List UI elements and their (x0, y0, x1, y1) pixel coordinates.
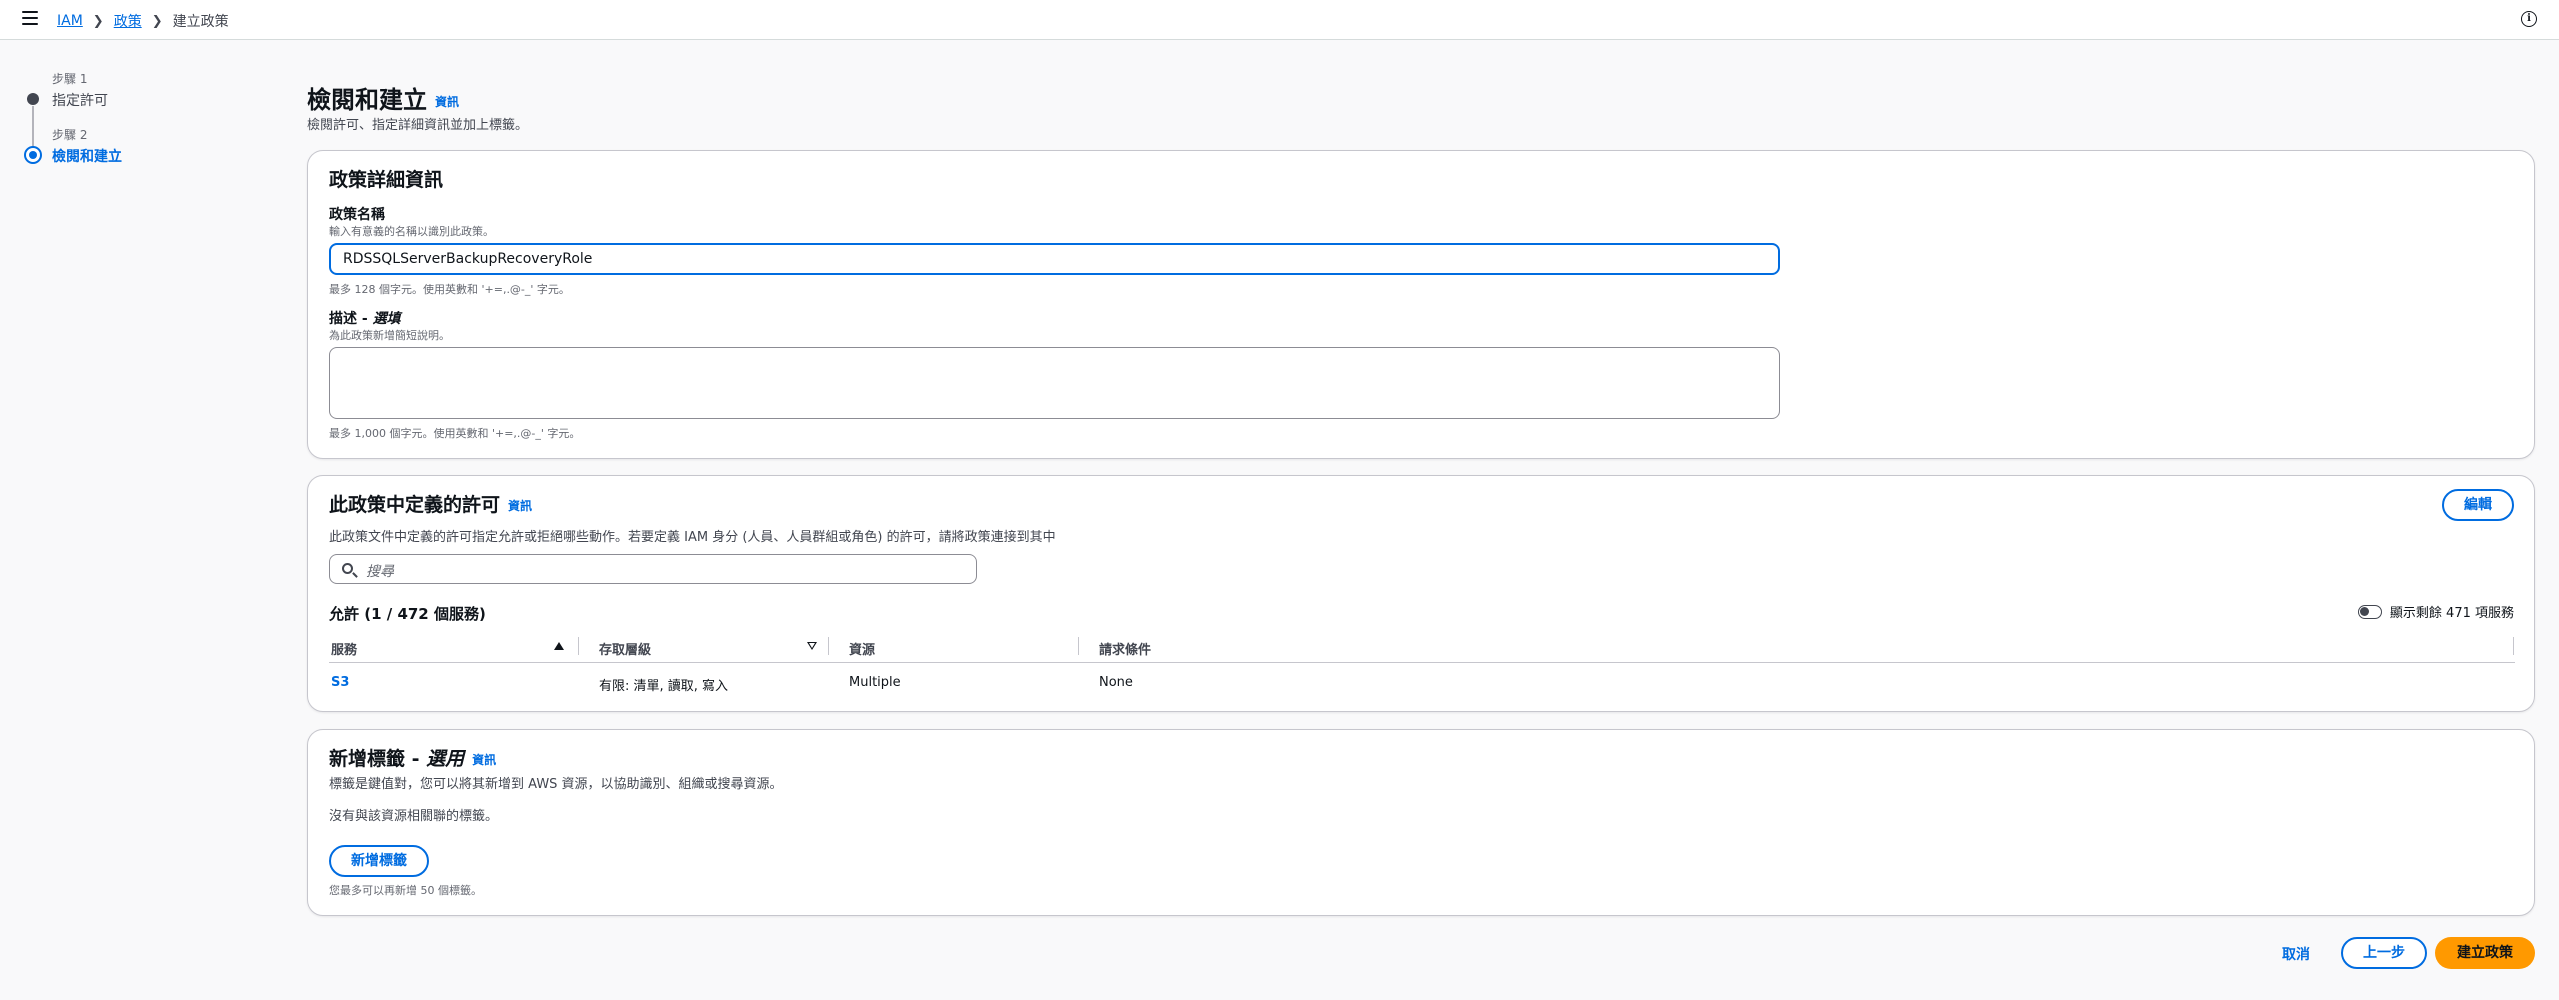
tags-limit: 您最多可以再新增 50 個標籤。 (329, 884, 482, 897)
create-policy-button[interactable]: 建立政策 (2435, 937, 2535, 969)
description-constraint: 最多 1,000 個字元。使用英數和 '+=,.@-_' 字元。 (329, 427, 581, 440)
permissions-description: 此政策文件中定義的許可指定允許或拒絕哪些動作。若要定義 IAM 身分 (人員、人… (329, 530, 1056, 545)
policy-details-title: 政策詳細資訊 (329, 169, 444, 191)
step-1-label[interactable]: 指定許可 (52, 90, 108, 110)
chevron-right-icon: ❯ (151, 13, 163, 29)
search-placeholder: 搜尋 (366, 564, 394, 580)
top-navigation-bar: IAM ❯ 政策 ❯ 建立政策 i (0, 0, 2559, 40)
policy-name-input[interactable] (329, 243, 1780, 275)
show-remaining-toggle[interactable] (2357, 604, 2382, 619)
search-icon (342, 563, 353, 574)
info-link[interactable]: 資訊 (435, 95, 459, 109)
tags-description: 標籤是鍵值對，您可以將其新增到 AWS 資源，以協助識別、組織或搜尋資源。 (329, 777, 783, 792)
info-icon[interactable]: i (2521, 11, 2537, 27)
chevron-right-icon: ❯ (92, 13, 104, 29)
column-divider[interactable] (578, 637, 579, 655)
allowed-services-count: 允許 (1 / 472 個服務) (329, 605, 486, 623)
breadcrumb: IAM ❯ 政策 ❯ 建立政策 (57, 11, 229, 31)
resource-cell: Multiple (849, 675, 901, 690)
policy-name-description: 輸入有意義的名稱以識別此政策。 (329, 225, 494, 238)
sort-ascending-icon[interactable] (554, 642, 564, 650)
menu-icon[interactable] (22, 11, 38, 27)
step-connector (32, 106, 34, 148)
condition-cell: None (1099, 675, 1133, 690)
permissions-panel: 此政策中定義的許可 資訊 編輯 此政策文件中定義的許可指定允許或拒絕哪些動作。若要… (307, 475, 2535, 712)
description-help: 為此政策新增簡短說明。 (329, 329, 450, 342)
column-service[interactable]: 服務 (331, 639, 357, 658)
show-remaining-label: 顯示剩餘 471 項服務 (2389, 606, 2514, 621)
column-divider[interactable] (1078, 637, 1079, 655)
access-level-cell: 有限: 清單, 讀取, 寫入 (599, 679, 729, 694)
column-divider[interactable] (2513, 637, 2514, 655)
service-link-s3[interactable]: S3 (331, 675, 349, 690)
page-description: 檢閱許可、指定詳細資訊並加上標籤。 (307, 118, 529, 133)
step-1-indicator (27, 93, 39, 105)
sort-descending-icon[interactable] (807, 642, 817, 650)
description-optional: 選填 (372, 311, 401, 327)
permissions-title: 此政策中定義的許可 資訊 (329, 490, 532, 517)
page-title-text: 檢閱和建立 (307, 86, 427, 114)
tags-title-optional: 選用 (426, 748, 465, 770)
permissions-search-input[interactable]: 搜尋 (329, 554, 977, 584)
page-title: 檢閱和建立 資訊 (307, 80, 459, 115)
column-divider[interactable] (828, 637, 829, 655)
info-link[interactable]: 資訊 (472, 753, 496, 767)
column-access-level[interactable]: 存取層級 (599, 639, 651, 658)
cancel-button[interactable]: 取消 (2282, 944, 2310, 964)
policy-name-label: 政策名稱 (329, 207, 385, 223)
step-2-label: 檢閱和建立 (52, 149, 122, 165)
permissions-title-text: 此政策中定義的許可 (329, 494, 501, 516)
description-label: 描述 - 選填 (329, 308, 401, 328)
edit-button[interactable]: 編輯 (2442, 489, 2514, 521)
breadcrumb-iam[interactable]: IAM (57, 13, 83, 29)
table-row: S3 有限: 清單, 讀取, 寫入 Multiple None (329, 664, 2515, 702)
tags-panel: 新增標籤 - 選用 資訊 標籤是鍵值對，您可以將其新增到 AWS 資源，以協助識別… (307, 729, 2535, 916)
step-2-indicator (24, 146, 42, 164)
description-label-text: 描述 - (329, 311, 373, 327)
previous-button[interactable]: 上一步 (2341, 937, 2427, 969)
column-request-condition[interactable]: 請求條件 (1099, 639, 1151, 658)
show-remaining-toggle-wrap: 顯示剩餘 471 項服務 (2357, 602, 2514, 621)
add-tag-button[interactable]: 新增標籤 (329, 845, 429, 877)
breadcrumb-create-policy: 建立政策 (172, 14, 229, 30)
tags-empty-message: 沒有與該資源相關聯的標籤。 (329, 809, 499, 824)
policy-name-constraint: 最多 128 個字元。使用英數和 '+=,.@-_' 字元。 (329, 283, 570, 296)
breadcrumb-policies[interactable]: 政策 (114, 11, 142, 31)
tags-title: 新增標籤 - 選用 資訊 (329, 744, 496, 771)
tags-title-text: 新增標籤 - (329, 748, 427, 770)
permissions-table-header: 服務 存取層級 資源 請求條件 (329, 629, 2515, 663)
info-link[interactable]: 資訊 (508, 499, 532, 513)
step-2-small: 步驟 2 (52, 128, 88, 142)
description-textarea[interactable] (329, 347, 1780, 419)
step-1-small: 步驟 1 (52, 72, 88, 86)
column-resource[interactable]: 資源 (849, 639, 875, 658)
policy-details-panel: 政策詳細資訊 政策名稱 輸入有意義的名稱以識別此政策。 最多 128 個字元。使… (307, 150, 2535, 459)
